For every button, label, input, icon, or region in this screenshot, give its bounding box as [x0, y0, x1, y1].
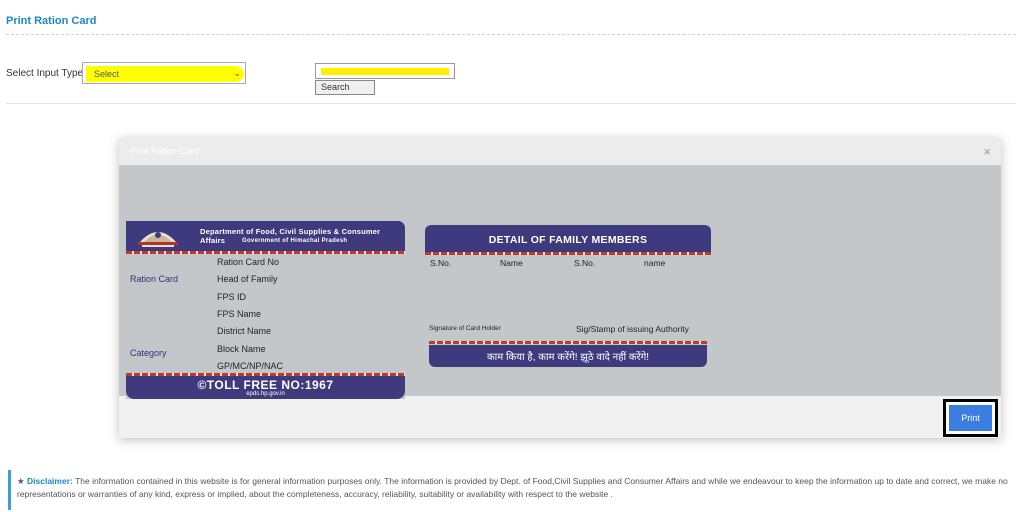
family-members-header: DETAIL OF FAMILY MEMBERS [425, 225, 711, 252]
select-value: Select [94, 69, 120, 79]
ration-card-front: Department of Food, Civil Supplies & Con… [126, 221, 405, 399]
toll-free-number: ©TOLL FREE NO:1967 [197, 378, 334, 392]
ration-card-label: Ration Card [130, 274, 179, 284]
slogan-bar: काम किया है, काम करेंगे! झूठे वादे नहीं … [429, 345, 707, 367]
field-block-name: Block Name [217, 344, 266, 354]
field-head-of-family: Head of Family [217, 274, 278, 284]
star-icon: ★ [17, 476, 25, 486]
slogan-stripe [429, 341, 707, 344]
family-header-stripe [425, 252, 711, 255]
signature-issuing-authority: Sig/Stamp of issuing Authority [576, 324, 689, 334]
field-fps-name: FPS Name [217, 309, 262, 319]
field-fps-id: FPS ID [217, 292, 247, 302]
modal-header: Print Ration Card × [119, 138, 1001, 165]
search-highlight [321, 68, 449, 75]
column-name-2: name [644, 258, 666, 268]
close-icon[interactable]: × [983, 144, 991, 159]
card-header: Department of Food, Civil Supplies & Con… [126, 221, 405, 251]
input-type-label: Select Input Type [6, 68, 84, 79]
family-members-title: DETAIL OF FAMILY MEMBERS [488, 234, 648, 246]
government-title: Government of Himachal Pradesh [242, 238, 348, 244]
field-gp-mc-np-nac: GP/MC/NP/NAC [217, 361, 284, 371]
search-input[interactable] [315, 63, 455, 79]
disclaimer: ★ Disclaimer: The information contained … [8, 470, 1024, 510]
modal-title: Print Ration Card [130, 146, 200, 156]
disclaimer-label: Disclaimer: [27, 476, 73, 486]
card-footer: ©TOLL FREE NO:1967 epds.hp.gov.in [126, 376, 405, 399]
website-text: epds.hp.gov.in [246, 391, 285, 397]
ration-card-back: DETAIL OF FAMILY MEMBERS S.No. Name S.No… [425, 225, 711, 370]
print-button[interactable]: Print [949, 405, 992, 431]
signature-card-holder: Signature of Card Holder [429, 325, 501, 332]
column-sno-1: S.No. [430, 258, 452, 268]
input-type-select[interactable]: Select ⌄ [82, 62, 246, 84]
print-button-highlight: Print [943, 399, 998, 437]
page-title: Print Ration Card [6, 15, 97, 27]
chevron-down-icon: ⌄ [233, 68, 241, 78]
column-name-1: Name [500, 258, 523, 268]
column-sno-2: S.No. [574, 258, 596, 268]
disclaimer-text: The information contained in this websit… [17, 476, 1008, 499]
title-divider [6, 34, 1016, 35]
search-button[interactable]: Search [315, 80, 375, 95]
modal-footer [119, 396, 1001, 438]
category-label: Category [130, 348, 167, 358]
emblem-icon [138, 232, 178, 247]
header-stripe [126, 251, 405, 254]
slogan-text: काम किया है, काम करेंगे! झूठे वादे नहीं … [486, 352, 650, 363]
form-divider [6, 103, 1016, 104]
field-district-name: District Name [217, 326, 272, 336]
field-ration-card-no: Ration Card No [217, 257, 280, 267]
